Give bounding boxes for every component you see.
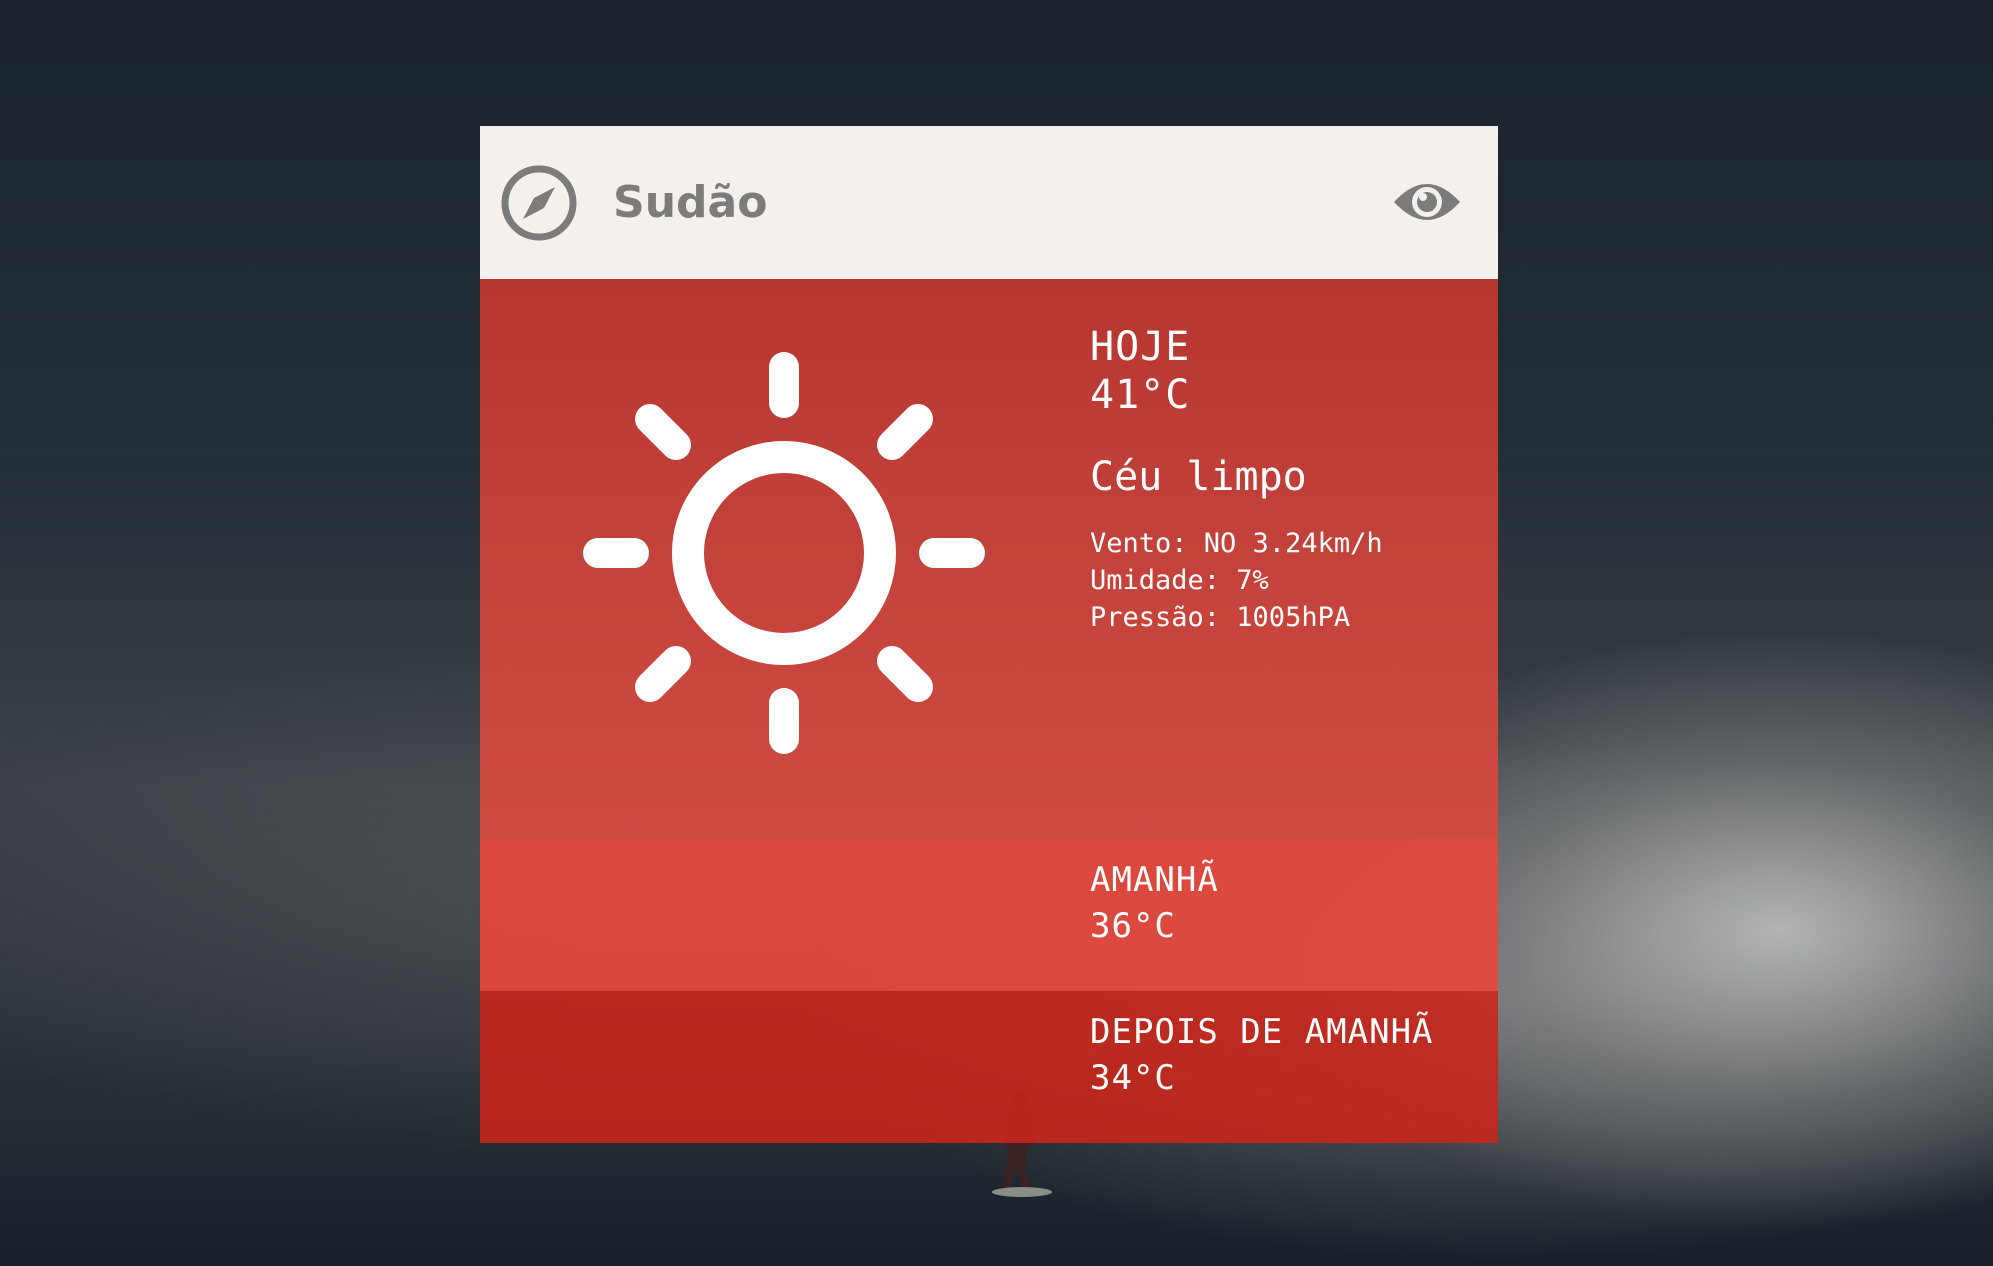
card-header: Sudão (480, 126, 1498, 279)
forecast-temperature: 34°C (1090, 1058, 1176, 1098)
location-name: Sudão (613, 177, 768, 228)
today-panel: HOJE 41°C Céu limpo Vento: NO 3.24km/h U… (480, 279, 1498, 839)
forecast-day-label: DEPOIS DE AMANHÃ (1090, 1012, 1434, 1052)
today-label: HOJE (1090, 324, 1191, 370)
compass-icon[interactable] (500, 164, 578, 242)
today-temperature: 41°C (1090, 372, 1191, 418)
forecast-temperature: 36°C (1090, 906, 1176, 946)
forecast-tomorrow[interactable]: AMANHÃ 36°C (480, 839, 1498, 991)
forecast-after-tomorrow[interactable]: DEPOIS DE AMANHÃ 34°C (480, 991, 1498, 1143)
today-condition: Céu limpo (1090, 454, 1307, 500)
forecast-tomorrow-text: AMANHÃ 36°C (1090, 857, 1219, 949)
pressure-detail: Pressão: 1005hPA (1090, 602, 1351, 633)
forecast-after-tomorrow-text: DEPOIS DE AMANHÃ 34°C (1090, 1009, 1434, 1101)
eye-icon[interactable] (1392, 176, 1462, 228)
sun-icon (583, 352, 985, 754)
today-details: Vento: NO 3.24km/h Umidade: 7% Pressão: … (1090, 525, 1383, 636)
weather-card: Sudão HOJE 41°C Céu limpo Vento: NO 3.24… (480, 126, 1498, 1144)
today-info: HOJE 41°C Céu limpo Vento: NO 3.24km/h U… (1090, 323, 1383, 636)
wind-detail: Vento: NO 3.24km/h (1090, 528, 1383, 559)
forecast-day-label: AMANHÃ (1090, 860, 1219, 900)
humidity-detail: Umidade: 7% (1090, 565, 1269, 596)
